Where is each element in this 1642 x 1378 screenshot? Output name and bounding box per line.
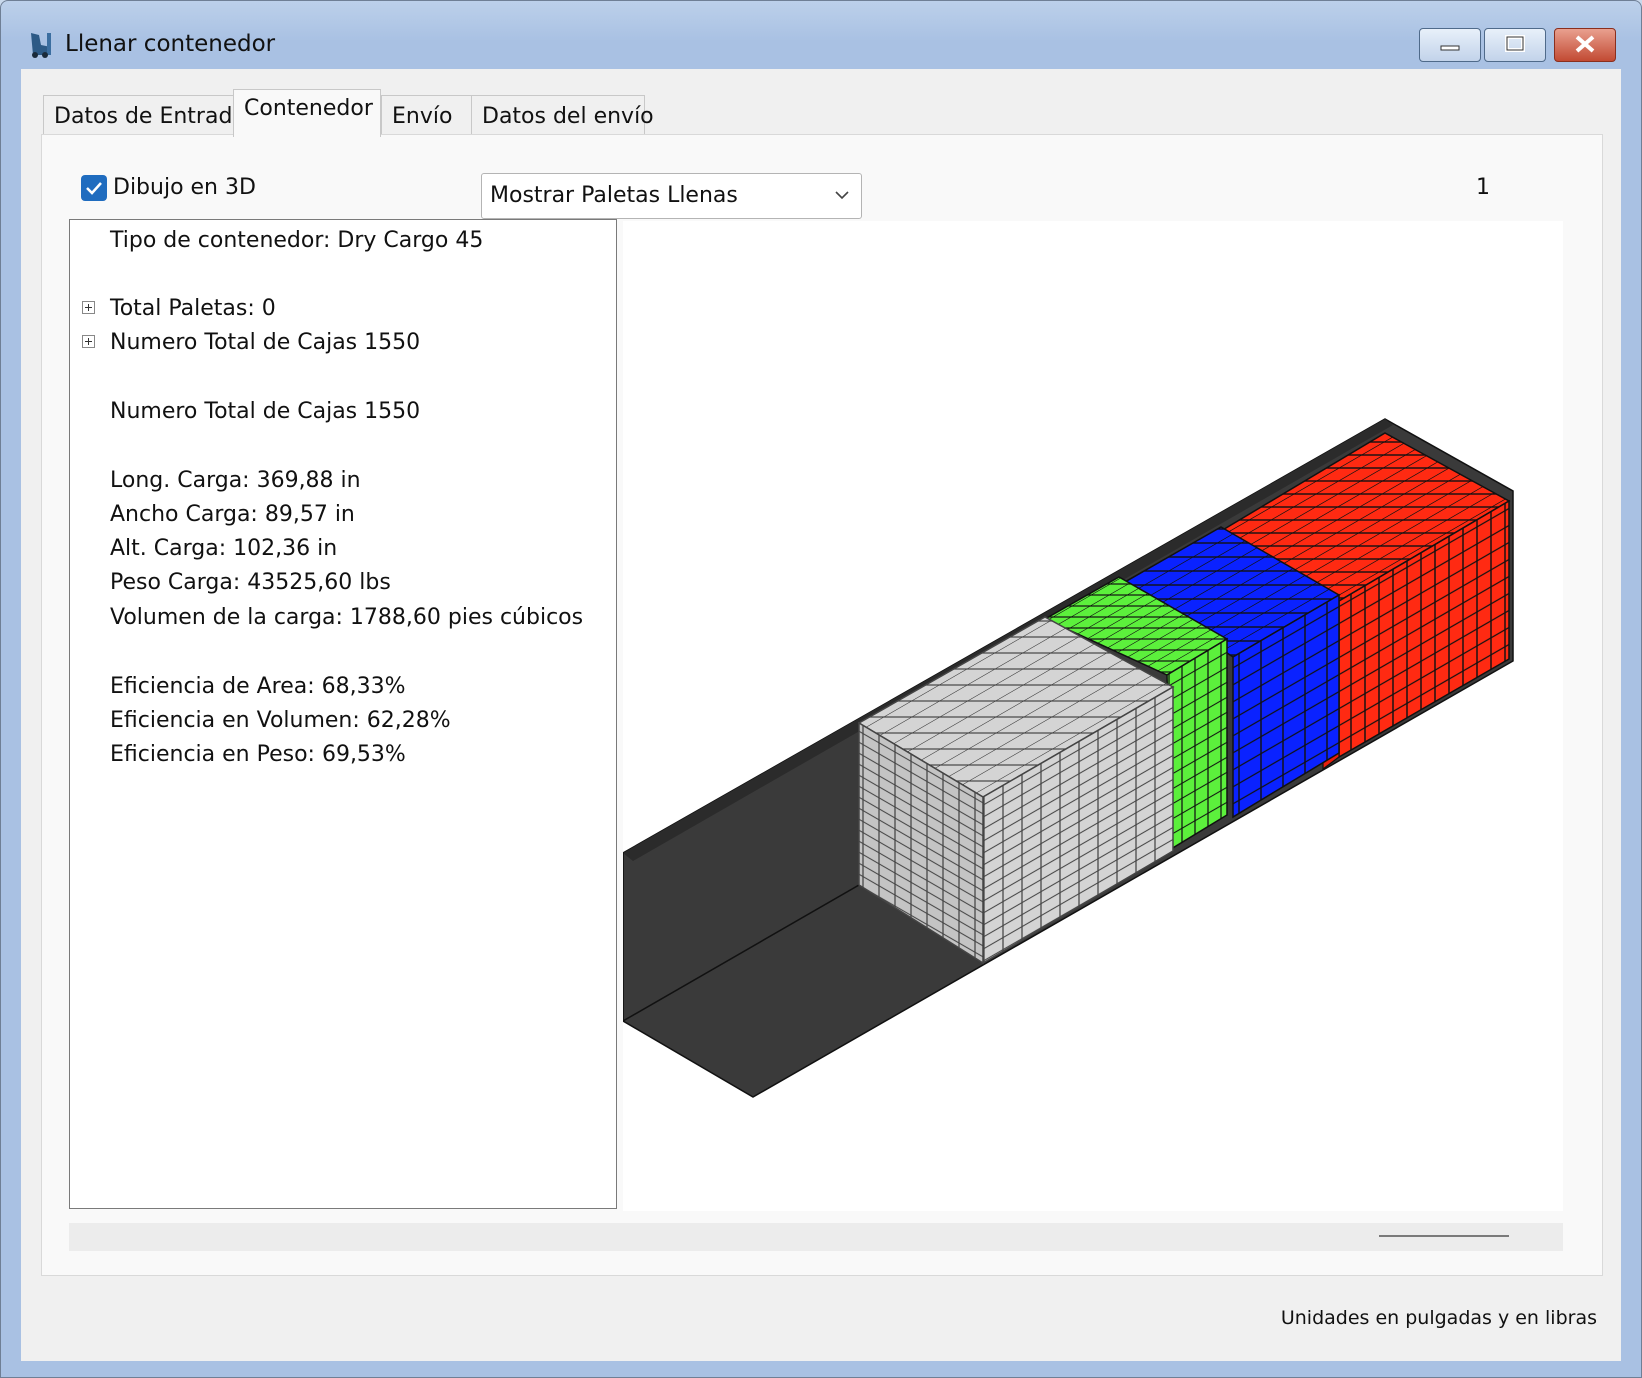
expand-icon[interactable]: [82, 301, 95, 314]
tree-item-total-boxes[interactable]: Numero Total de Cajas 1550: [110, 330, 420, 355]
title-bar: Llenar contenedor: [1, 1, 1641, 67]
tab-envio[interactable]: Envío: [381, 95, 473, 135]
tree-item-container-type[interactable]: Tipo de contenedor: Dry Cargo 45: [110, 228, 483, 253]
expand-icon[interactable]: [82, 335, 95, 348]
tab-datos-del-envio[interactable]: Datos del envío: [471, 95, 654, 135]
tree-item-area-efficiency[interactable]: Eficiencia de Area: 68,33%: [110, 674, 406, 699]
view-mode-select[interactable]: Mostrar Paletas Llenas: [481, 173, 862, 219]
check-icon: [86, 182, 102, 195]
scrollbar-thumb[interactable]: [1379, 1235, 1509, 1237]
chevron-down-icon: [835, 191, 849, 200]
horizontal-scrollbar[interactable]: [69, 1223, 1563, 1251]
tree-item-load-weight[interactable]: Peso Carga: 43525,60 lbs: [110, 570, 391, 595]
tab-datos-de-entrada[interactable]: Datos de Entrada: [43, 95, 246, 135]
app-window: Llenar contenedor Datos de Entrada Conte…: [0, 0, 1642, 1378]
tab-contenedor[interactable]: Contenedor: [233, 89, 381, 137]
window-title: Llenar contenedor: [65, 31, 276, 57]
minimize-icon: [1440, 45, 1460, 51]
tree-item-load-volume[interactable]: Volumen de la carga: 1788,60 pies cúbico…: [110, 605, 583, 630]
restore-icon: [1505, 35, 1525, 52]
container-3d-view[interactable]: [623, 221, 1563, 1211]
container-3d-drawing: [623, 418, 1514, 1098]
view-mode-value: Mostrar Paletas Llenas: [490, 183, 738, 208]
tree-item-load-height[interactable]: Alt. Carga: 102,36 in: [110, 536, 337, 561]
minimize-button[interactable]: [1419, 28, 1481, 62]
client-area: Datos de Entrada Contenedor Envío Datos …: [21, 69, 1621, 1361]
tree-item-weight-efficiency[interactable]: Eficiencia en Peso: 69,53%: [110, 742, 406, 767]
tree-item-load-width[interactable]: Ancho Carga: 89,57 in: [110, 502, 355, 527]
tree-item-total-pallets[interactable]: Total Paletas: 0: [110, 296, 276, 321]
tree-item-load-length[interactable]: Long. Carga: 369,88 in: [110, 468, 361, 493]
page-number: 1: [1476, 175, 1490, 200]
forklift-icon: [31, 33, 51, 58]
close-button[interactable]: [1554, 28, 1616, 62]
draw-3d-checkbox[interactable]: [81, 175, 107, 201]
results-tree[interactable]: Tipo de contenedor: Dry Cargo 45 Total P…: [69, 219, 617, 1209]
close-icon: [1575, 35, 1595, 53]
tree-item-volume-efficiency[interactable]: Eficiencia en Volumen: 62,28%: [110, 708, 451, 733]
tree-item-total-boxes-summary[interactable]: Numero Total de Cajas 1550: [110, 399, 420, 424]
restore-button[interactable]: [1484, 28, 1546, 62]
units-note: Unidades en pulgadas y en libras: [1280, 1307, 1597, 1329]
draw-3d-label[interactable]: Dibujo en 3D: [113, 175, 256, 200]
